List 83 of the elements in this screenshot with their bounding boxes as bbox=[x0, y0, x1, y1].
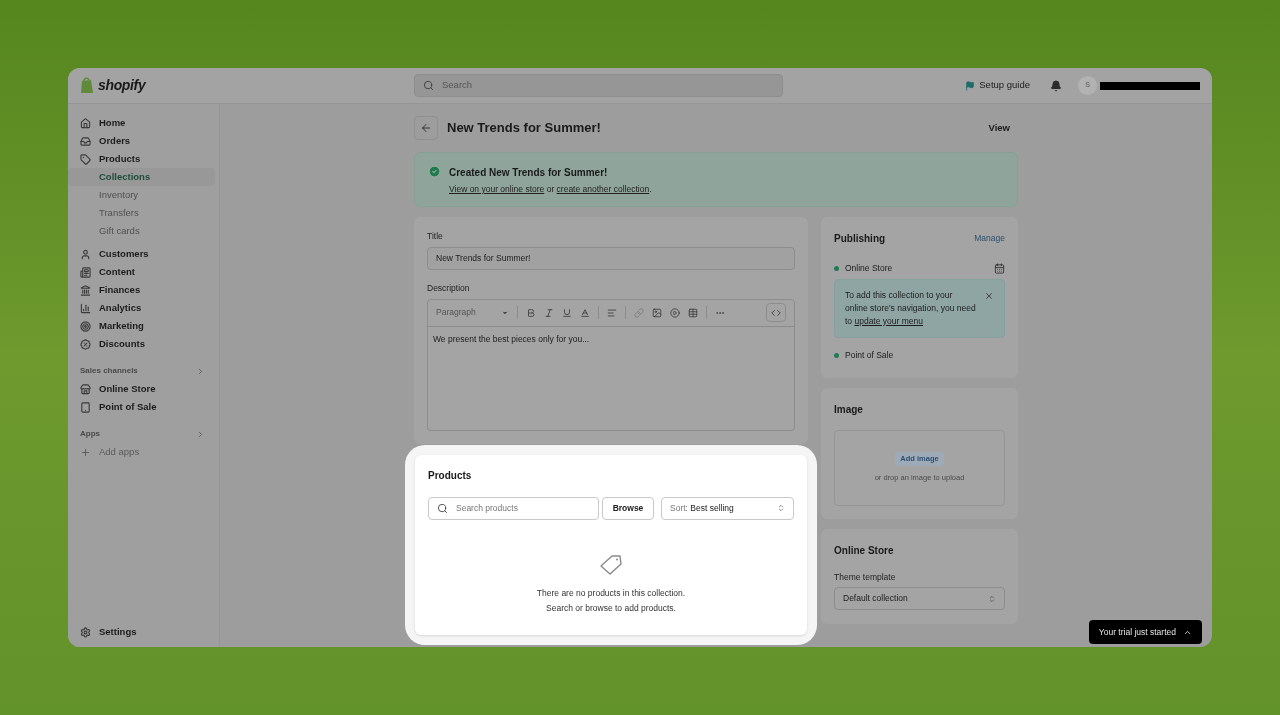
description-editor[interactable]: Paragraph We present the best pieces only for you... bbox=[427, 298, 795, 431]
nav-item[interactable]: Content bbox=[68, 263, 215, 281]
shopping-bag-icon bbox=[80, 77, 94, 94]
nav-item[interactable]: Marketing bbox=[68, 317, 215, 335]
back-button[interactable] bbox=[414, 116, 438, 140]
field-label: Title bbox=[427, 230, 444, 243]
align-icon[interactable] bbox=[607, 307, 617, 318]
arrow-left-icon bbox=[420, 122, 432, 134]
manage-link[interactable]: Manage bbox=[974, 232, 1005, 245]
inbox-icon bbox=[80, 135, 91, 147]
table-icon[interactable] bbox=[688, 307, 698, 318]
check-circle-icon bbox=[428, 165, 441, 178]
chevron-right-icon[interactable] bbox=[196, 366, 205, 376]
nav-item[interactable]: Online Store bbox=[68, 380, 215, 398]
view-button[interactable]: View bbox=[988, 120, 1010, 136]
field-label: Theme template bbox=[834, 570, 897, 584]
page-title: New Trends for Summer! bbox=[447, 119, 601, 138]
title-field[interactable]: New Trends for Summer! bbox=[427, 246, 795, 270]
card-heading: Publishing bbox=[834, 232, 886, 246]
select-arrows-icon bbox=[988, 594, 996, 603]
nav-item[interactable]: Home bbox=[68, 114, 215, 132]
person-icon bbox=[80, 248, 91, 260]
nav-item[interactable]: Customers bbox=[68, 245, 215, 263]
section-heading: Sales channels bbox=[80, 365, 138, 377]
italic-icon[interactable] bbox=[544, 307, 554, 318]
percent-badge-icon bbox=[80, 338, 91, 350]
home-icon bbox=[80, 117, 91, 129]
chevron-right-icon[interactable] bbox=[196, 429, 205, 439]
field-label: Description bbox=[427, 281, 471, 295]
tag-outline-icon bbox=[598, 552, 624, 577]
description-text: We present the best pieces only for you... bbox=[432, 332, 591, 346]
bar-chart-icon bbox=[80, 302, 91, 314]
sort-select[interactable]: Sort: Best selling bbox=[661, 496, 794, 520]
nav-item[interactable]: Discounts bbox=[68, 335, 215, 353]
channel-name: Point of Sale bbox=[845, 348, 895, 362]
image-icon[interactable] bbox=[652, 307, 662, 318]
underline-icon[interactable] bbox=[562, 307, 572, 318]
view-store-link[interactable]: View on your online store bbox=[449, 184, 545, 194]
card-heading: Online Store bbox=[834, 543, 895, 558]
empty-state-hint: Search or browse to add products. bbox=[546, 602, 676, 615]
bold-icon[interactable] bbox=[526, 307, 536, 318]
search-icon bbox=[423, 80, 434, 91]
nav-item[interactable]: Point of Sale bbox=[68, 398, 215, 416]
code-icon bbox=[771, 307, 781, 318]
search-icon bbox=[437, 502, 448, 514]
newspaper-icon bbox=[80, 266, 91, 278]
store-icon bbox=[80, 383, 91, 395]
tablet-icon bbox=[80, 401, 91, 413]
close-icon[interactable] bbox=[984, 290, 994, 301]
bell-icon[interactable] bbox=[1050, 79, 1062, 92]
nav-item[interactable]: Orders bbox=[68, 132, 215, 150]
settings-icon bbox=[80, 626, 91, 638]
trial-toast[interactable]: Your trial just started bbox=[1088, 620, 1202, 644]
code-view-button[interactable] bbox=[766, 303, 786, 322]
browse-button[interactable]: Browse bbox=[602, 496, 654, 520]
logo-wordmark: shopify bbox=[98, 76, 146, 95]
video-icon[interactable] bbox=[670, 307, 680, 318]
nav-item[interactable]: Products bbox=[68, 150, 215, 168]
tag-icon bbox=[80, 153, 91, 165]
notice-text: To add this collection to your online store's navigation, you need to update your menu bbox=[845, 288, 976, 328]
settings-item[interactable]: Settings bbox=[68, 623, 215, 641]
theme-template-select[interactable]: Default collection bbox=[834, 587, 1005, 611]
target-icon bbox=[80, 320, 91, 332]
card-heading: Products bbox=[428, 468, 473, 483]
channel-name: Online Store bbox=[845, 262, 894, 275]
nav-item[interactable]: Finances bbox=[68, 281, 215, 299]
empty-state-text: There are no products in this collection. bbox=[536, 586, 686, 600]
banner-title: Created New Trends for Summer! bbox=[449, 166, 609, 180]
nav-item[interactable]: Collections bbox=[68, 168, 215, 186]
calendar-icon[interactable] bbox=[994, 262, 1005, 274]
text-color-icon[interactable] bbox=[580, 307, 590, 318]
nav-item[interactable]: Gift cards bbox=[68, 222, 215, 240]
banner-message: View on your online store or create another collection. bbox=[449, 183, 652, 196]
setup-guide-button[interactable]: Setup guide bbox=[965, 78, 1030, 93]
flag-icon bbox=[965, 80, 976, 91]
card-heading: Image bbox=[834, 402, 864, 417]
update-menu-link[interactable]: update your menu bbox=[854, 315, 923, 326]
select-arrows-icon bbox=[777, 504, 785, 512]
plus-icon bbox=[80, 446, 91, 458]
bank-icon bbox=[80, 284, 91, 296]
nav-item[interactable]: Analytics bbox=[68, 299, 215, 317]
product-search-field[interactable]: Search products bbox=[428, 496, 599, 520]
section-heading: Apps bbox=[80, 428, 100, 440]
